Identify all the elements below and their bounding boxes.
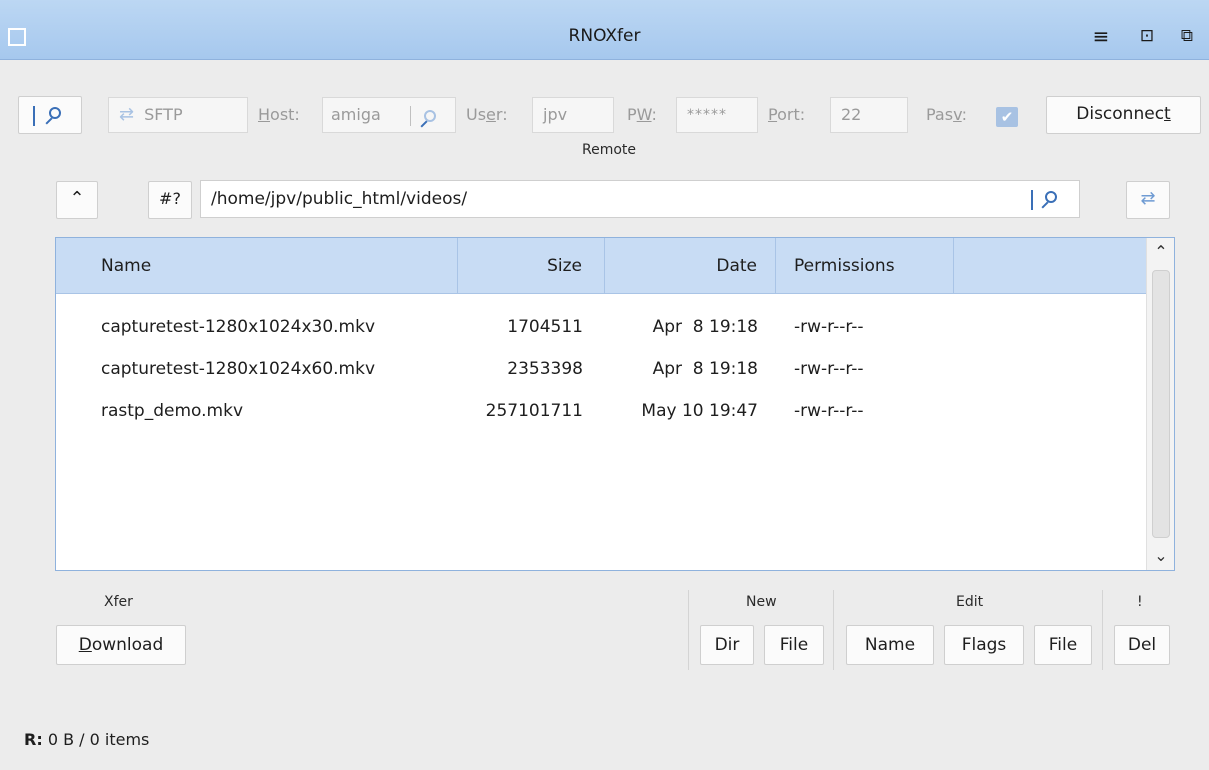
restore-icon[interactable]: ⧉	[1174, 24, 1200, 48]
column-header-name[interactable]: Name	[56, 238, 458, 294]
file-size: 1704511	[507, 317, 583, 337]
pasv-checkbox[interactable]: ✔	[996, 107, 1018, 127]
table-row[interactable]: rastp_demo.mkv 257101711 May 10 19:47 -r…	[56, 390, 1147, 432]
file-name: rastp_demo.mkv	[101, 401, 244, 421]
search-toggle-button[interactable]	[18, 96, 82, 134]
file-permissions: -rw-r--r--	[794, 317, 864, 337]
divider	[833, 590, 834, 670]
swap-icon: ⇄	[119, 104, 135, 125]
status-prefix: R:	[24, 730, 43, 749]
host-label: Host:	[258, 105, 300, 124]
port-field[interactable]: 22	[830, 97, 908, 133]
table-row[interactable]: capturetest-1280x1024x60.mkv 2353398 Apr…	[56, 348, 1147, 390]
file-date: Apr 8 19:18	[652, 317, 758, 337]
edit-file-button[interactable]: File	[1034, 625, 1092, 665]
remote-section-label: Remote	[582, 142, 637, 158]
download-button[interactable]: Download	[56, 625, 186, 665]
title-bar: RNOXfer ≡ ⊡ ⧉	[0, 0, 1209, 60]
xfer-group-label: Xfer	[104, 594, 133, 610]
edit-flags-button[interactable]: Flags	[944, 625, 1024, 665]
disconnect-button[interactable]: Disconnect	[1046, 96, 1201, 134]
file-size: 2353398	[507, 359, 583, 379]
scroll-down-icon[interactable]: ⌄	[1147, 544, 1175, 568]
new-group-label: New	[746, 594, 777, 610]
path-search-icon[interactable]	[1045, 191, 1057, 203]
danger-group-label: !	[1137, 594, 1143, 610]
pasv-label: Pasv:	[926, 105, 968, 124]
hamburger-menu-icon[interactable]: ≡	[1088, 24, 1114, 48]
user-field[interactable]: jpv	[532, 97, 614, 133]
delete-button[interactable]: Del	[1114, 625, 1170, 665]
column-header-date[interactable]: Date	[605, 238, 776, 294]
status-text: 0 B / 0 items	[47, 730, 150, 749]
host-field[interactable]: amiga	[322, 97, 456, 133]
column-header-size[interactable]: Size	[458, 238, 605, 294]
file-date: May 10 19:47	[641, 401, 758, 421]
parent-dir-button[interactable]: ⌃	[56, 181, 98, 219]
file-name: capturetest-1280x1024x30.mkv	[101, 317, 376, 337]
file-name: capturetest-1280x1024x60.mkv	[101, 359, 376, 379]
scroll-up-icon[interactable]: ⌃	[1147, 240, 1175, 264]
file-date: Apr 8 19:18	[652, 359, 758, 379]
maximize-icon[interactable]: ⊡	[1134, 24, 1160, 48]
swap-icon: ⇄	[1140, 188, 1156, 209]
new-dir-button[interactable]: Dir	[700, 625, 754, 665]
chevron-up-icon: ⌃	[69, 188, 85, 209]
sync-button[interactable]: ⇄	[1126, 181, 1170, 219]
remote-path-input[interactable]: /home/jpv/public_html/videos/	[200, 180, 1080, 218]
hash-filter-button[interactable]: #?	[148, 181, 192, 219]
scrollbar-thumb[interactable]	[1152, 270, 1170, 538]
table-header: Name Size Date Permissions	[56, 238, 1147, 294]
password-field[interactable]: *****	[676, 97, 758, 133]
column-header-permissions[interactable]: Permissions	[776, 238, 954, 294]
window-title: RNOXfer	[568, 26, 641, 46]
status-bar: R: 0 B / 0 items	[24, 730, 149, 749]
table-row[interactable]: capturetest-1280x1024x30.mkv 1704511 Apr…	[56, 306, 1147, 348]
protocol-select[interactable]: ⇄ SFTP	[108, 97, 248, 133]
new-file-button[interactable]: File	[764, 625, 824, 665]
file-permissions: -rw-r--r--	[794, 359, 864, 379]
file-size: 257101711	[485, 401, 583, 421]
user-label: User:	[466, 105, 508, 124]
file-permissions: -rw-r--r--	[794, 401, 864, 421]
divider	[1102, 590, 1103, 670]
edit-group-label: Edit	[956, 594, 984, 610]
edit-name-button[interactable]: Name	[846, 625, 934, 665]
port-label: Port:	[768, 105, 806, 124]
remote-file-table[interactable]: Name Size Date Permissions capturetest-1…	[55, 237, 1175, 571]
search-icon	[49, 107, 61, 119]
divider	[688, 590, 689, 670]
pw-label: PW:	[627, 105, 657, 124]
vertical-scrollbar[interactable]: ⌃ ⌄	[1146, 238, 1174, 570]
host-lookup-icon[interactable]	[424, 109, 437, 122]
